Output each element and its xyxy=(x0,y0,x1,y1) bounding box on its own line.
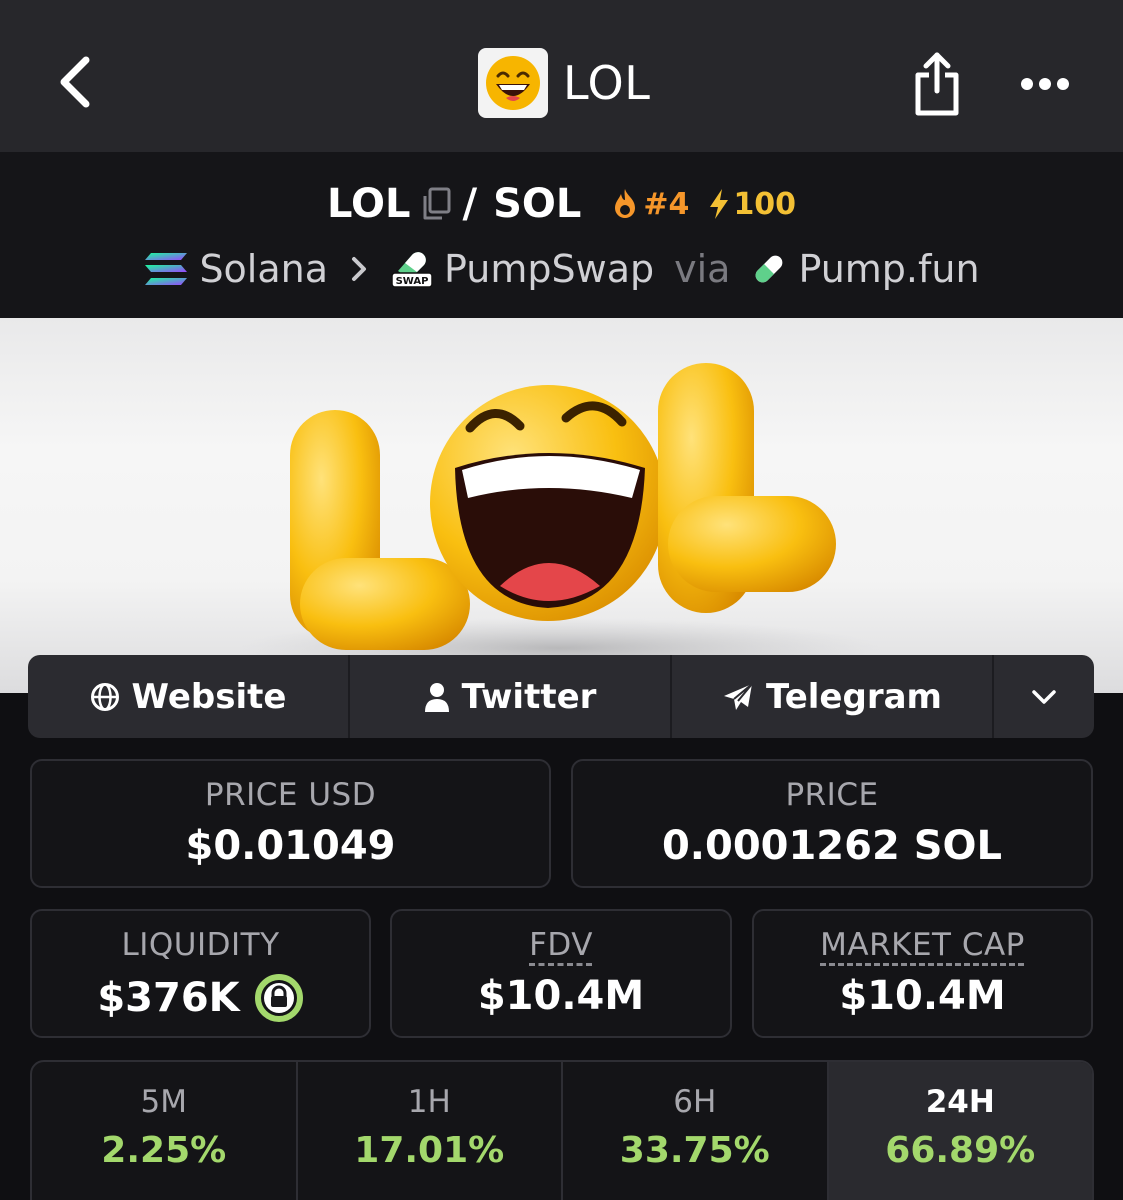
price-change-value: 33.75% xyxy=(619,1130,770,1171)
fdv-value: $10.4M xyxy=(477,973,645,1019)
price-usd-card: PRICE USD $0.01049 xyxy=(30,759,551,888)
paper-plane-icon xyxy=(724,682,753,710)
tab-label: 6H xyxy=(673,1084,717,1120)
trending-rank-text: #4 xyxy=(643,186,690,222)
pair-separator: / xyxy=(462,181,478,227)
market-cap-label[interactable]: MARKET CAP xyxy=(754,927,1091,963)
price-change-tabs: 5M 2.25% 1H 17.01% 6H 33.75% 24H 66.89% xyxy=(30,1060,1094,1200)
tab-label: 24H xyxy=(925,1084,995,1120)
pair-base-symbol: LOL xyxy=(326,181,411,227)
liquidity-label: LIQUIDITY xyxy=(121,927,280,963)
more-links-button[interactable] xyxy=(994,655,1094,738)
flame-icon xyxy=(615,189,636,218)
market-cap-card: MARKET CAP $10.4M xyxy=(752,909,1093,1038)
tab-6h[interactable]: 6H 33.75% xyxy=(563,1062,829,1200)
pill-icon xyxy=(750,250,788,288)
more-options-button[interactable] xyxy=(1010,62,1080,106)
pair-header: LOL / SOL #4 100 Solana SWAP PumpSwap vi… xyxy=(0,152,1123,318)
boost-badge[interactable]: 100 xyxy=(707,187,796,222)
lock-icon[interactable] xyxy=(254,973,304,1023)
fdv-card: FDV $10.4M xyxy=(390,909,732,1038)
price-usd-value: $0.01049 xyxy=(185,823,396,869)
trending-rank-badge[interactable]: #4 xyxy=(611,187,689,222)
chevron-down-icon xyxy=(1032,689,1056,704)
lightning-icon xyxy=(710,189,729,219)
fdv-label[interactable]: FDV xyxy=(392,927,730,963)
website-label: Website xyxy=(131,676,287,717)
svg-text:SWAP: SWAP xyxy=(396,276,429,287)
user-icon xyxy=(424,682,449,712)
chevron-left-icon xyxy=(60,56,90,108)
liquidity-card: LIQUIDITY $376K xyxy=(30,909,371,1038)
title-text: LOL xyxy=(563,56,651,110)
more-horizontal-icon xyxy=(1021,78,1069,90)
twitter-label: Twitter xyxy=(461,676,597,717)
launchpad-name[interactable]: Pump.fun xyxy=(798,247,979,291)
twitter-button[interactable]: Twitter xyxy=(350,655,672,738)
dex-name[interactable]: PumpSwap xyxy=(444,247,654,291)
chain-breadcrumb: Solana SWAP PumpSwap via Pump.fun xyxy=(0,242,1123,296)
globe-icon xyxy=(90,682,119,711)
tab-label: 5M xyxy=(140,1084,187,1120)
liquidity-row: $376K xyxy=(32,973,369,1023)
tab-1h[interactable]: 1H 17.01% xyxy=(298,1062,563,1200)
liquidity-value: $376K xyxy=(97,975,240,1021)
pair-quote-symbol: SOL xyxy=(493,181,582,227)
token-banner-image xyxy=(0,318,1123,693)
page-title: LOL xyxy=(478,48,650,118)
price-native-label: PRICE xyxy=(785,777,879,813)
chain-name[interactable]: Solana xyxy=(199,247,328,291)
boost-count-text: 100 xyxy=(733,186,797,222)
price-change-value: 17.01% xyxy=(354,1130,505,1171)
tab-label: 1H xyxy=(407,1084,451,1120)
price-change-value: 66.89% xyxy=(885,1130,1036,1171)
top-nav-bar: LOL xyxy=(0,0,1123,152)
via-text: via xyxy=(674,247,731,291)
pair-title-row: LOL / SOL #4 100 xyxy=(0,174,1123,234)
pumpswap-icon: SWAP xyxy=(390,249,434,289)
grinning-face-icon xyxy=(486,56,540,110)
website-button[interactable]: Website xyxy=(28,655,350,738)
share-button[interactable] xyxy=(905,48,969,120)
letter-l-right xyxy=(658,363,836,613)
market-cap-value: $10.4M xyxy=(839,973,1006,1019)
copy-icon[interactable] xyxy=(421,187,451,221)
social-links-bar: Website Twitter Telegram xyxy=(28,655,1094,738)
share-icon xyxy=(915,52,959,116)
price-change-value: 2.25% xyxy=(101,1130,227,1171)
price-native-value: 0.0001262 SOL xyxy=(661,823,1003,869)
laughing-face-o xyxy=(430,385,666,621)
solana-icon xyxy=(143,251,189,287)
token-avatar xyxy=(478,48,548,118)
telegram-label: Telegram xyxy=(766,676,942,717)
price-native-card: PRICE 0.0001262 SOL xyxy=(571,759,1093,888)
tab-24h[interactable]: 24H 66.89% xyxy=(828,1062,1092,1200)
back-button[interactable] xyxy=(44,50,104,114)
tab-5m[interactable]: 5M 2.25% xyxy=(32,1062,298,1200)
telegram-button[interactable]: Telegram xyxy=(672,655,994,738)
chevron-right-icon xyxy=(350,255,368,283)
price-usd-label: PRICE USD xyxy=(204,777,377,813)
